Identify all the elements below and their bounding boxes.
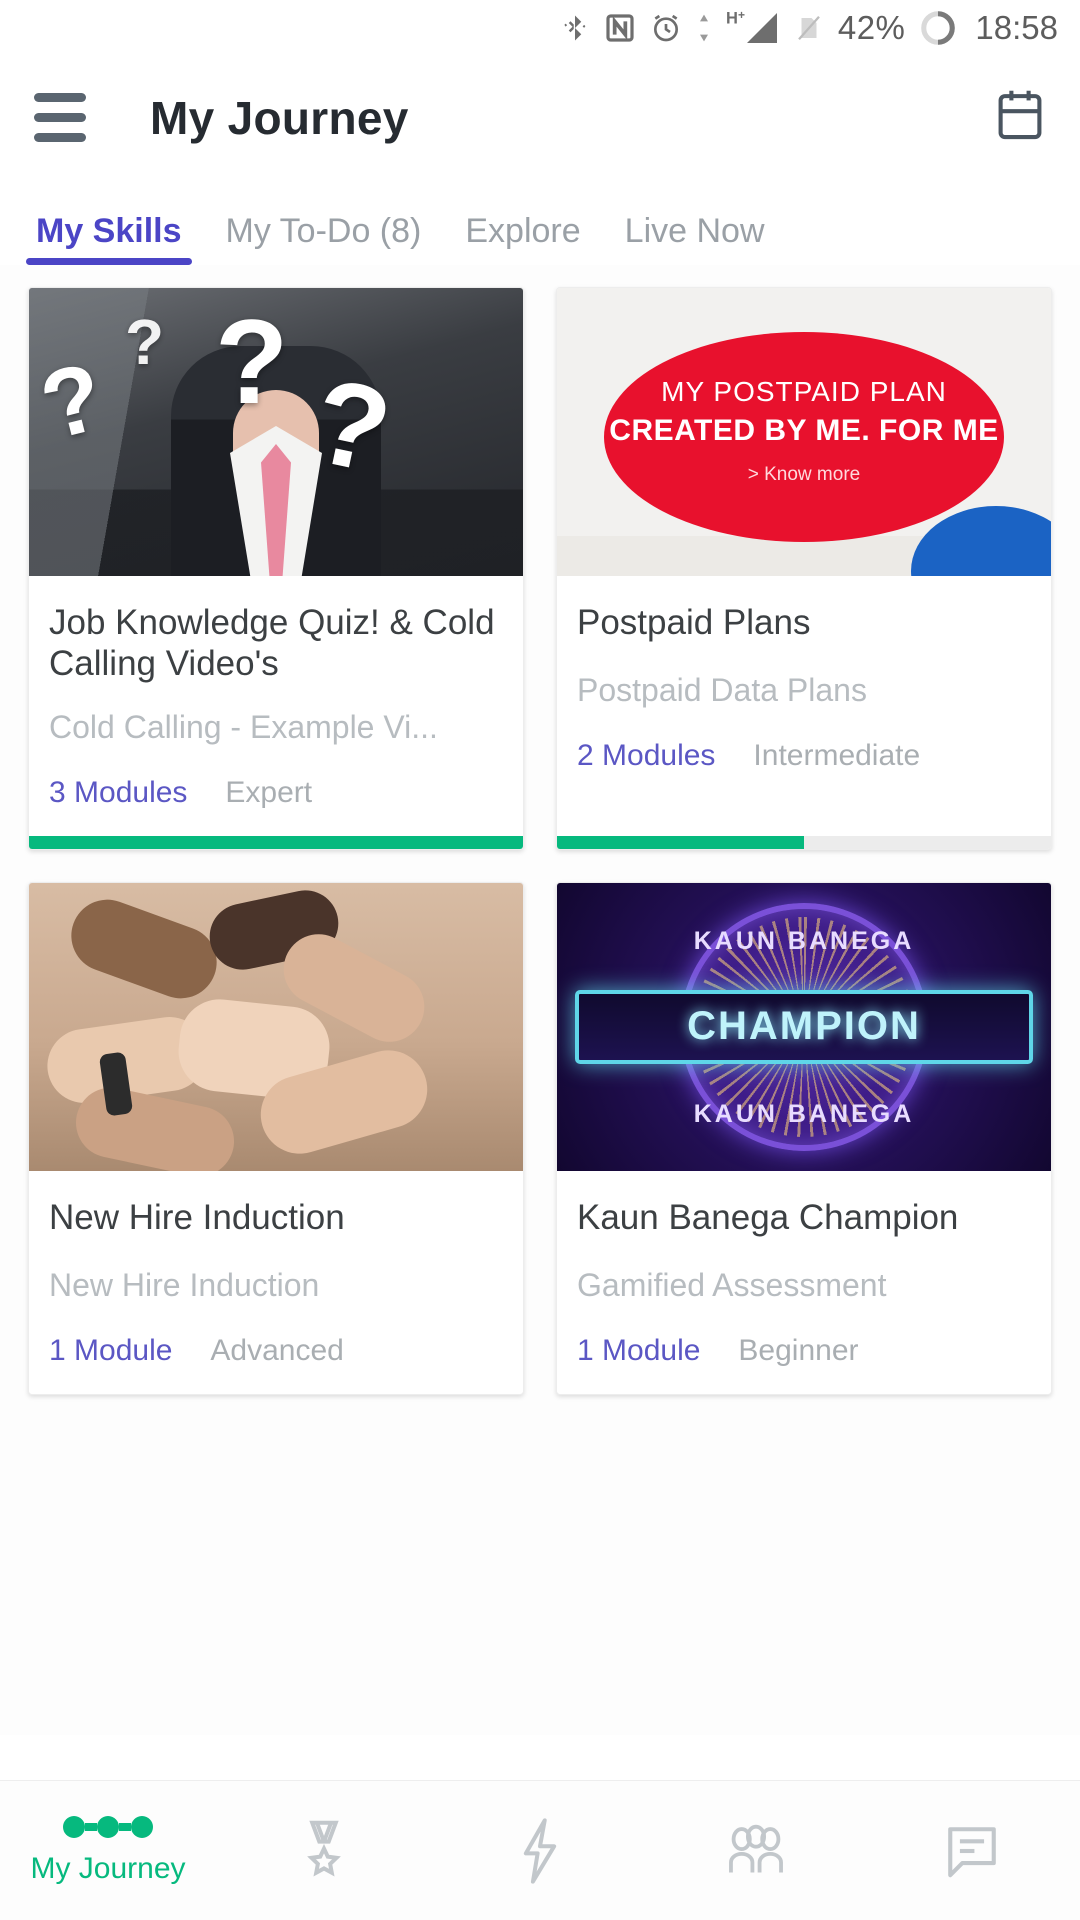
card-modules-count: 1 Module — [577, 1333, 701, 1367]
card-subtitle: Postpaid Data Plans — [577, 672, 867, 708]
tab-bar: My Skills My To-Do (8) Explore Live Now — [0, 180, 1080, 265]
card-subtitle: Cold Calling - Example Vi... — [49, 708, 438, 745]
card-thumbnail: KAUN BANEGA CHAMPION KAUN BANEGA — [557, 882, 1051, 1171]
card-level: Beginner — [738, 1333, 859, 1367]
journey-dots-icon — [63, 1815, 153, 1838]
card-modules-count: 1 Module — [49, 1333, 173, 1367]
nav-item-community[interactable] — [648, 1820, 864, 1882]
thumb-banner-line1: MY POSTPAID PLAN — [661, 376, 947, 407]
card-title: Job Knowledge Quiz! & Cold Calling Video… — [49, 603, 495, 684]
card-thumbnail: ???? — [29, 288, 523, 576]
nav-item-achievements[interactable] — [216, 1818, 432, 1884]
skill-card-grid: ???? Job Knowledge Quiz! & Cold Calling … — [28, 287, 1052, 1395]
calendar-icon[interactable] — [994, 87, 1046, 148]
skills-scroll-area[interactable]: ???? Job Knowledge Quiz! & Cold Calling … — [0, 265, 1080, 1735]
thumb-art-bottom: KAUN BANEGA — [693, 1099, 915, 1128]
skill-card[interactable]: MY POSTPAID PLAN CREATED BY ME. FOR ME >… — [556, 287, 1052, 850]
card-thumbnail: MY POSTPAID PLAN CREATED BY ME. FOR ME >… — [557, 288, 1051, 576]
card-subtitle: Gamified Assessment — [577, 1266, 887, 1303]
app-bar: My Journey — [0, 55, 1080, 180]
page-title: My Journey — [150, 91, 409, 144]
skill-card[interactable]: New Hire Induction New Hire Induction 1 … — [28, 881, 524, 1395]
hplus-signal-icon: H + — [726, 8, 780, 48]
card-level: Intermediate — [753, 739, 921, 772]
alarm-icon — [650, 10, 682, 46]
card-modules-count: 2 Modules — [577, 739, 716, 772]
thumb-art-center: CHAMPION — [687, 1004, 921, 1049]
skill-card[interactable]: KAUN BANEGA CHAMPION KAUN BANEGA Kaun Ba… — [556, 881, 1052, 1395]
card-progress-bar — [29, 835, 523, 849]
nav-item-messages[interactable] — [864, 1822, 1080, 1880]
battery-percent-label: 42% — [837, 8, 906, 46]
card-subtitle: New Hire Induction — [49, 1266, 320, 1303]
card-modules-count: 3 Modules — [49, 775, 188, 809]
card-title: Postpaid Plans — [577, 603, 811, 642]
svg-text:H: H — [726, 9, 738, 27]
card-meta: 2 Modules Intermediate — [577, 739, 1031, 799]
thumb-art-top: KAUN BANEGA — [693, 926, 915, 955]
bluetooth-icon — [560, 10, 590, 46]
hamburger-menu-icon[interactable] — [34, 93, 86, 142]
status-bar: H + 42% 18:58 — [0, 0, 1080, 55]
card-title: New Hire Induction — [49, 1197, 345, 1237]
svg-text:+: + — [738, 8, 745, 22]
sim-off-icon — [794, 10, 824, 46]
card-meta: 3 Modules Expert — [49, 776, 503, 836]
thumb-banner-line2: CREATED BY ME. FOR ME — [609, 414, 999, 447]
tab-my-todo[interactable]: My To-Do (8) — [204, 212, 444, 265]
nav-item-label: My Journey — [30, 1851, 186, 1885]
card-level: Expert — [225, 775, 313, 809]
tab-explore[interactable]: Explore — [443, 212, 602, 265]
skill-card[interactable]: ???? Job Knowledge Quiz! & Cold Calling … — [28, 287, 524, 850]
nfc-icon — [604, 10, 636, 46]
bottom-navigation-bar: My Journey — [0, 1780, 1080, 1920]
card-title: Kaun Banega Champion — [577, 1197, 959, 1237]
clock-label: 18:58 — [975, 8, 1058, 46]
card-meta: 1 Module Beginner — [577, 1334, 1031, 1394]
battery-icon — [919, 9, 957, 47]
nav-item-boost[interactable] — [432, 1817, 648, 1884]
nav-item-my-journey[interactable]: My Journey — [0, 1815, 216, 1886]
tab-live-now[interactable]: Live Now — [603, 212, 787, 265]
card-meta: 1 Module Advanced — [49, 1334, 503, 1394]
card-progress-bar — [557, 835, 1051, 849]
card-thumbnail — [29, 882, 523, 1171]
tab-my-skills[interactable]: My Skills — [14, 212, 204, 265]
thumb-banner-line3: > Know more — [747, 464, 861, 485]
data-transfer-icon — [696, 12, 712, 44]
card-level: Advanced — [210, 1333, 344, 1367]
